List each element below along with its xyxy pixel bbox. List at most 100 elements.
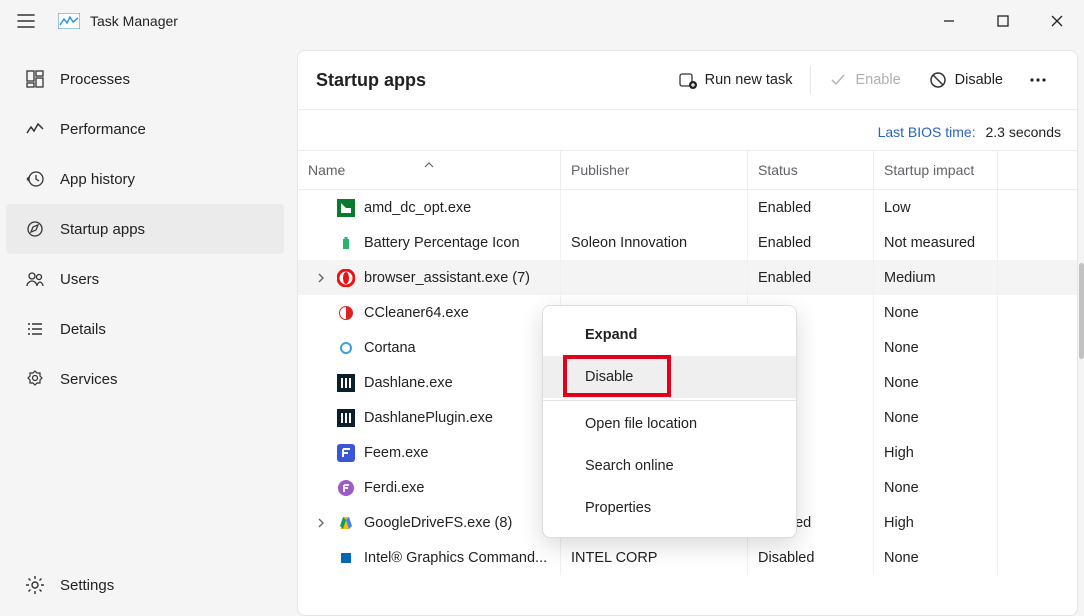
nav-label: Settings — [60, 577, 114, 594]
nav-label: Startup apps — [60, 221, 145, 238]
sidebar-item-details[interactable]: Details — [6, 304, 284, 354]
sidebar-item-app-history[interactable]: App history — [6, 154, 284, 204]
grid-header: Name Publisher Status Startup impact — [298, 150, 1077, 190]
bios-time: Last BIOS time: 2.3 seconds — [298, 110, 1077, 150]
cell-impact: None — [884, 480, 919, 496]
app-row-icon — [336, 303, 356, 323]
minimize-button[interactable] — [922, 1, 976, 41]
scrollbar-thumb[interactable] — [1079, 263, 1084, 359]
app-icon — [58, 13, 80, 29]
cell-status: Enabled — [758, 200, 811, 216]
context-menu-item[interactable]: Search online — [543, 445, 796, 487]
nav-label: Processes — [60, 71, 130, 88]
titlebar: Task Manager — [0, 0, 1084, 42]
expand-chevron-icon[interactable] — [310, 273, 332, 283]
cell-impact: High — [884, 445, 914, 461]
run-new-task-icon — [679, 71, 697, 89]
col-label: Startup impact — [884, 162, 974, 178]
app-row-icon — [336, 373, 356, 393]
table-row[interactable]: amd_dc_opt.exeEnabledLow — [298, 190, 1077, 225]
sidebar-item-users[interactable]: Users — [6, 254, 284, 304]
run-new-task-button[interactable]: Run new task — [665, 51, 807, 109]
users-icon — [24, 268, 46, 290]
cell-name: Dashlane.exe — [364, 375, 453, 391]
cell-name: GoogleDriveFS.exe (8) — [364, 515, 512, 531]
check-icon — [829, 71, 847, 89]
action-label: Run new task — [705, 72, 793, 88]
cell-impact: None — [884, 550, 919, 566]
cell-name: Battery Percentage Icon — [364, 235, 520, 251]
column-header-publisher[interactable]: Publisher — [561, 151, 748, 189]
app-row-icon — [336, 513, 356, 533]
context-menu-item[interactable]: Open file location — [543, 403, 796, 445]
column-header-status[interactable]: Status — [748, 151, 874, 189]
cell-impact: Not measured — [884, 235, 975, 251]
col-label: Name — [308, 162, 345, 178]
app-row-icon — [336, 233, 356, 253]
app-title: Task Manager — [90, 13, 178, 29]
cell-name: CCleaner64.exe — [364, 305, 469, 321]
cell-name: amd_dc_opt.exe — [364, 200, 471, 216]
action-label: Disable — [955, 72, 1003, 88]
sidebar-item-settings[interactable]: Settings — [6, 560, 284, 610]
more-button[interactable] — [1017, 71, 1059, 89]
app-row-icon — [336, 443, 356, 463]
cell-impact: None — [884, 375, 919, 391]
cell-impact: None — [884, 340, 919, 356]
table-row[interactable]: Intel® Graphics Command...INTEL CORPDisa… — [298, 540, 1077, 575]
context-menu: ExpandDisable Open file locationSearch on… — [542, 305, 797, 538]
column-header-name[interactable]: Name — [298, 151, 561, 189]
table-row[interactable]: browser_assistant.exe (7)EnabledMedium — [298, 260, 1077, 295]
sidebar-item-startup[interactable]: Startup apps — [6, 204, 284, 254]
sidebar-item-services[interactable]: Services — [6, 354, 284, 404]
app-row-icon — [336, 198, 356, 218]
disable-button[interactable]: Disable — [915, 51, 1017, 109]
app-row-icon — [336, 478, 356, 498]
header-actions: Run new task Enable Disable — [665, 51, 1059, 109]
cell-name: Feem.exe — [364, 445, 428, 461]
performance-icon — [24, 118, 46, 140]
cell-name: Ferdi.exe — [364, 480, 424, 496]
bios-value: 2.3 seconds — [986, 124, 1062, 140]
col-label: Publisher — [571, 162, 629, 178]
processes-icon — [24, 68, 46, 90]
sidebar-item-processes[interactable]: Processes — [6, 54, 284, 104]
window-controls — [922, 1, 1084, 41]
context-menu-separator — [543, 400, 796, 401]
nav-label: App history — [60, 171, 135, 188]
expand-chevron-icon[interactable] — [310, 518, 332, 528]
divider — [810, 66, 811, 94]
context-menu-item[interactable]: Properties — [543, 487, 796, 529]
table-row[interactable]: Battery Percentage Icon Soleon Innovation… — [298, 225, 1077, 260]
nav-label: Details — [60, 321, 106, 338]
app-history-icon — [24, 168, 46, 190]
services-icon — [24, 368, 46, 390]
cell-status: Disabled — [758, 550, 814, 566]
column-header-impact[interactable]: Startup impact — [874, 151, 998, 189]
cell-name: Intel® Graphics Command... — [364, 550, 547, 566]
context-menu-item[interactable]: Disable — [543, 356, 796, 398]
close-button[interactable] — [1030, 1, 1084, 41]
nav-label: Users — [60, 271, 99, 288]
hamburger-menu-button[interactable] — [8, 3, 44, 39]
maximize-button[interactable] — [976, 1, 1030, 41]
sidebar-item-performance[interactable]: Performance — [6, 104, 284, 154]
cell-impact: Medium — [884, 270, 936, 286]
startup-icon — [24, 218, 46, 240]
cell-name: DashlanePlugin.exe — [364, 410, 493, 426]
bios-label: Last BIOS time: — [878, 124, 976, 140]
page-title: Startup apps — [316, 70, 426, 91]
sidebar: Processes Performance App history Startup a… — [0, 42, 290, 616]
cell-status: Enabled — [758, 235, 811, 251]
cell-impact: High — [884, 515, 914, 531]
enable-button: Enable — [815, 51, 914, 109]
col-label: Status — [758, 162, 798, 178]
app-row-icon — [336, 268, 356, 288]
context-menu-item[interactable]: Expand — [543, 314, 796, 356]
details-icon — [24, 318, 46, 340]
content-header: Startup apps Run new task Enable Disable — [298, 51, 1077, 110]
nav-label: Performance — [60, 121, 146, 138]
cell-publisher: Soleon Innovation — [571, 235, 687, 251]
app-row-icon — [336, 408, 356, 428]
nav-label: Services — [60, 371, 118, 388]
